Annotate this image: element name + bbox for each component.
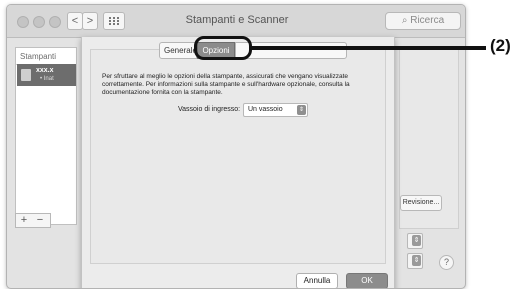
back-button[interactable]: < xyxy=(67,12,83,30)
search-placeholder: Ricerca xyxy=(410,15,445,26)
printer-status: • Inat xyxy=(40,76,54,82)
search-field[interactable]: ⌕ Ricerca xyxy=(385,12,461,30)
tab-general[interactable]: Generale xyxy=(159,42,197,59)
grid-icon xyxy=(109,17,119,25)
printer-list-header: Stampanti xyxy=(16,48,76,65)
zoom-window-button[interactable] xyxy=(49,16,61,28)
add-printer-button[interactable]: + xyxy=(16,214,32,227)
search-icon: ⌕ xyxy=(401,15,408,26)
default-paper-popup[interactable]: ⇕ xyxy=(407,253,423,269)
chevron-left-icon: < xyxy=(71,15,79,27)
chevron-updown-icon: ⇕ xyxy=(297,105,306,115)
forward-button[interactable]: > xyxy=(82,12,98,30)
window-titlebar: < > Stampanti e Scanner ⌕ Ricerca xyxy=(7,5,465,38)
help-button[interactable]: ? xyxy=(439,255,454,270)
callout-highlight-ring xyxy=(194,36,252,60)
chevron-updown-icon: ⇕ xyxy=(412,235,421,246)
printer-name: xxx.x xyxy=(36,67,54,74)
ok-button[interactable]: OK xyxy=(346,273,388,288)
close-window-button[interactable] xyxy=(17,16,29,28)
cancel-button[interactable]: Annulla xyxy=(296,273,338,288)
window-title: Stampanti e Scanner xyxy=(185,14,289,26)
options-description: Per sfruttare al meglio le opzioni della… xyxy=(102,73,350,96)
screenshot-root: < > Stampanti e Scanner ⌕ Ricerca Stampa… xyxy=(0,0,527,289)
default-printer-popup[interactable]: ⇕ xyxy=(407,233,423,249)
chevron-right-icon: > xyxy=(86,15,94,27)
printer-list[interactable]: Stampanti xxx.x • Inat xyxy=(15,47,77,225)
input-tray-value: Un vassoio xyxy=(248,106,283,113)
input-tray-select[interactable]: Un vassoio ⇕ xyxy=(243,103,308,117)
input-tray-label: Vassoio di ingresso: xyxy=(178,106,241,113)
callout-label: (2) xyxy=(490,36,511,55)
printer-icon xyxy=(21,69,31,81)
callout-leader-line xyxy=(252,46,486,50)
printer-list-item[interactable]: xxx.x • Inat xyxy=(17,64,76,86)
chevron-updown-icon: ⇕ xyxy=(412,255,421,266)
printer-options-sheet: Generale Opzioni Per sfruttare al meglio… xyxy=(81,37,395,288)
question-mark-icon: ? xyxy=(443,257,449,267)
add-remove-control: + − xyxy=(15,213,51,228)
remove-printer-button[interactable]: − xyxy=(32,214,48,227)
revision-button[interactable]: Revisione... xyxy=(400,195,442,211)
show-all-button[interactable] xyxy=(103,12,125,30)
minimize-window-button[interactable] xyxy=(33,16,45,28)
